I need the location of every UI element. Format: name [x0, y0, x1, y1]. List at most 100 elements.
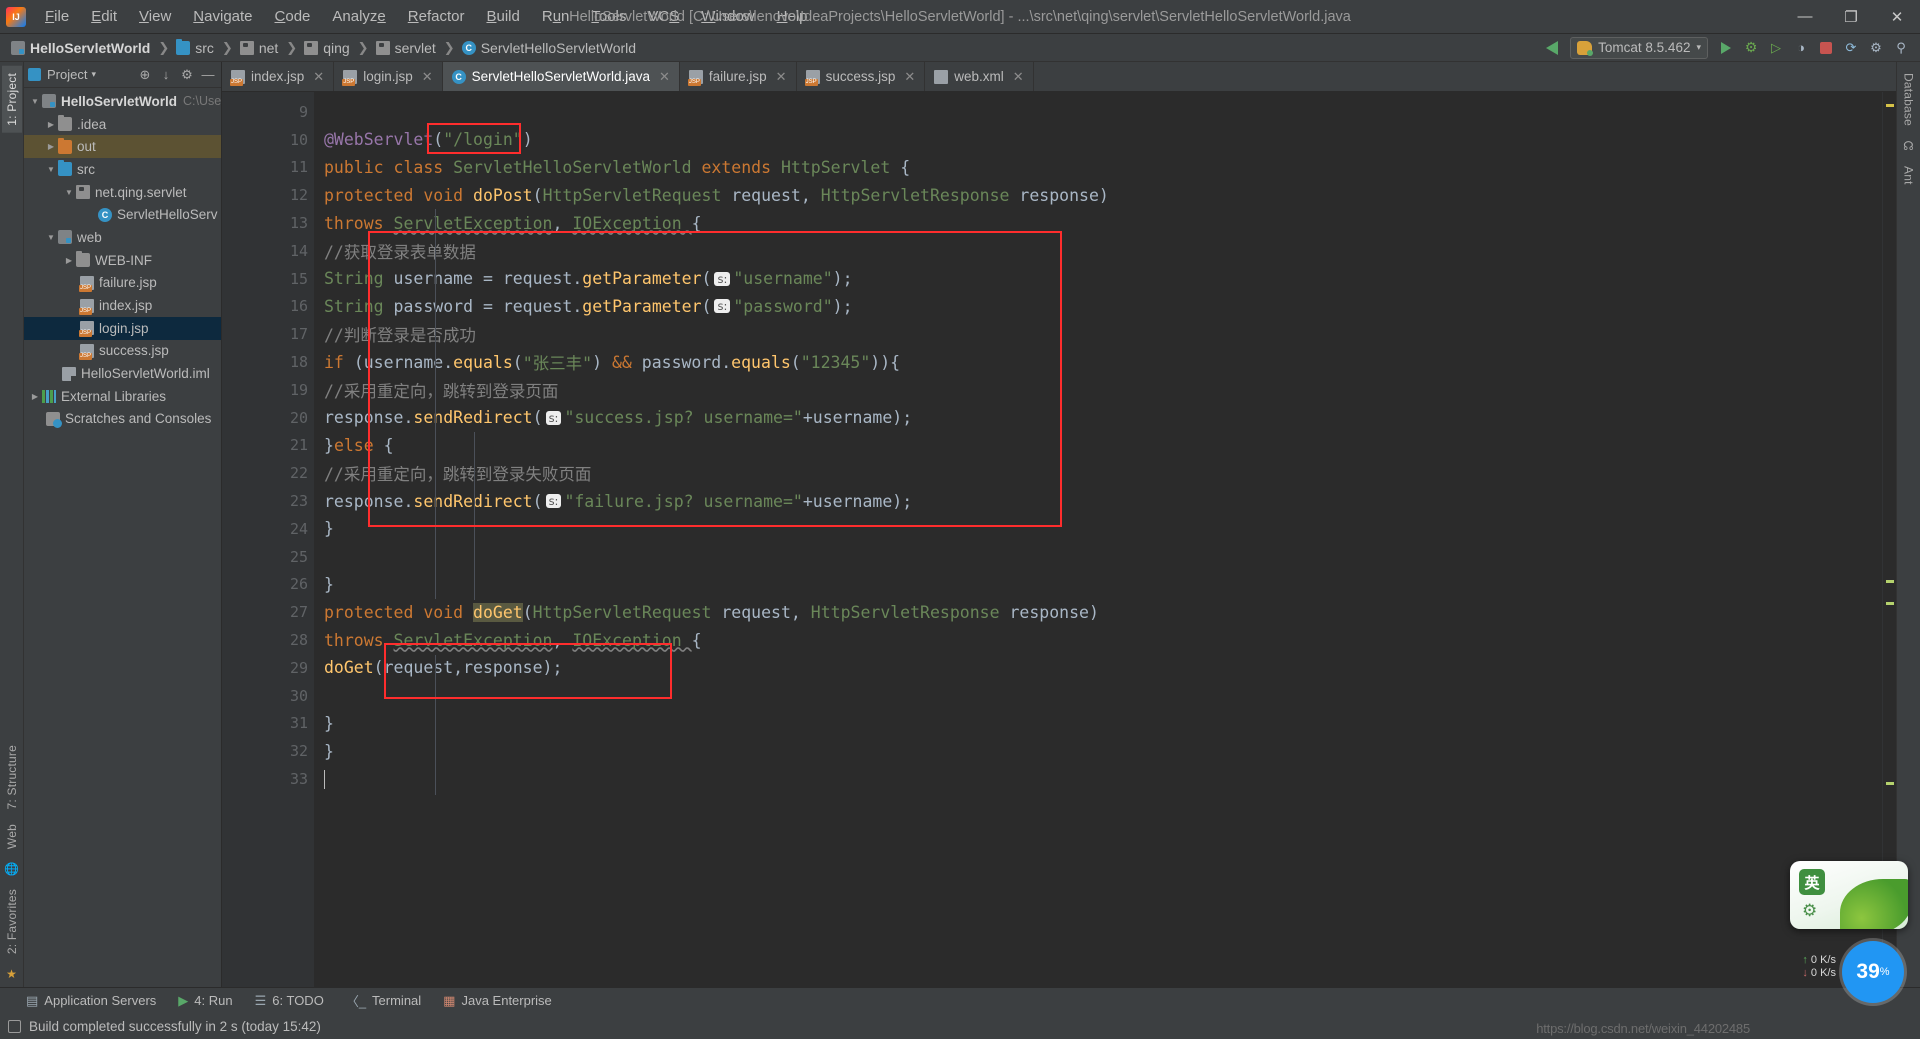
tree-item-index-jsp[interactable]: index.jsp	[24, 294, 221, 317]
menu-item-build[interactable]: Build	[475, 4, 530, 29]
bottom-tool-todo[interactable]: ☰ 6: TODO	[255, 993, 324, 1009]
breadcrumb-item-project[interactable]: HelloServletWorld	[8, 39, 153, 57]
tab-servlethelloservletworld-java[interactable]: C ServletHelloServletWorld.java ✕	[442, 62, 680, 91]
ime-gear-icon[interactable]: ⚙	[1802, 901, 1817, 921]
tab-login-jsp[interactable]: login.jsp ✕	[334, 62, 443, 91]
menu-item-window[interactable]: Window	[690, 4, 765, 29]
menu-item-help[interactable]: Help	[766, 4, 819, 29]
code-line-10: @WebServlet("/login")	[324, 130, 533, 150]
menu-item-view[interactable]: View	[128, 4, 182, 29]
menu-item-vcs[interactable]: VCS	[637, 4, 690, 29]
bottom-tool-application-servers[interactable]: ▤ Application Servers	[26, 993, 156, 1009]
project-panel-title[interactable]: Project ▾	[47, 67, 96, 82]
menu-item-refactor[interactable]: Refactor	[397, 4, 476, 29]
profile-button[interactable]: ◑	[1790, 37, 1812, 59]
menu-item-edit[interactable]: Edit	[80, 4, 128, 29]
breadcrumb-item-src[interactable]: src	[173, 38, 217, 57]
breadcrumb-separator-icon: ❯	[357, 39, 369, 55]
tab-index-jsp[interactable]: index.jsp ✕	[222, 62, 335, 91]
breadcrumb-label: servlet	[394, 39, 436, 56]
jsp-icon	[804, 69, 820, 86]
rail-structure[interactable]: 7: Structure	[2, 738, 22, 816]
line-number: 12	[289, 186, 308, 205]
minimize-button[interactable]: —	[1782, 0, 1828, 34]
build-project-button[interactable]	[1541, 37, 1563, 59]
tab-web-xml[interactable]: web.xml ✕	[925, 62, 1034, 91]
rail-database[interactable]: Database	[1899, 66, 1919, 133]
chevron-down-icon[interactable]: ▼	[28, 97, 42, 106]
run-configuration-selector[interactable]: Tomcat 8.5.462 ▾	[1570, 36, 1708, 59]
jsp-icon	[687, 69, 703, 86]
chevron-down-icon[interactable]: ▼	[44, 233, 58, 242]
settings-button[interactable]: ⚙	[1865, 37, 1887, 59]
tree-item-iml[interactable]: HelloServletWorld.iml	[24, 362, 221, 385]
chevron-right-icon[interactable]: ▶	[28, 392, 42, 401]
rail-favorites[interactable]: 2: Favorites	[2, 882, 22, 961]
debug-button[interactable]: ⚙	[1740, 37, 1762, 59]
editor-scroll-rail[interactable]	[1882, 92, 1896, 987]
class-icon: C	[451, 69, 466, 84]
close-icon[interactable]: ✕	[659, 69, 670, 85]
tree-item-success-jsp[interactable]: success.jsp	[24, 340, 221, 363]
select-opened-file-button[interactable]: ⊕	[136, 66, 154, 84]
run-button[interactable]	[1715, 37, 1737, 59]
rail-web[interactable]: Web	[2, 817, 22, 856]
breadcrumb-item-class[interactable]: C ServletHelloServletWorld	[459, 39, 639, 57]
search-everywhere-button[interactable]: ⚲	[1890, 37, 1912, 59]
tree-item-idea[interactable]: ▶ .idea	[24, 113, 221, 136]
hide-panel-button[interactable]: —	[199, 66, 217, 84]
tree-item-web[interactable]: ▼ web	[24, 226, 221, 249]
maximize-button[interactable]: ❐	[1828, 0, 1874, 34]
tree-item-servlet-class[interactable]: C ServletHelloServ	[24, 203, 221, 226]
tree-item-web-inf[interactable]: ▶ WEB-INF	[24, 249, 221, 272]
close-icon[interactable]: ✕	[422, 69, 433, 85]
tree-item-src[interactable]: ▼ src	[24, 158, 221, 181]
tree-item-package[interactable]: ▼ net.qing.servlet	[24, 181, 221, 204]
rail-project[interactable]: 1: Project	[1, 66, 22, 133]
tree-item-failure-jsp[interactable]: failure.jsp	[24, 272, 221, 295]
chevron-down-icon[interactable]: ▼	[62, 188, 76, 197]
ime-floating-widget[interactable]: 英 ⚙	[1790, 861, 1908, 929]
ime-language-badge[interactable]: 英	[1799, 869, 1825, 895]
tree-item-out[interactable]: ▶ out	[24, 135, 221, 159]
tree-item-scratches[interactable]: Scratches and Consoles	[24, 408, 221, 431]
close-button[interactable]: ✕	[1874, 0, 1920, 34]
tab-failure-jsp[interactable]: failure.jsp ✕	[680, 62, 797, 91]
breadcrumb-item-qing[interactable]: qing	[301, 39, 352, 57]
close-icon[interactable]: ✕	[904, 69, 915, 85]
rail-ant[interactable]: Ant	[1899, 159, 1919, 192]
menu-item-tools[interactable]: Tools	[580, 4, 637, 29]
menu-item-code[interactable]: Code	[264, 4, 322, 29]
close-icon[interactable]: ✕	[313, 69, 324, 85]
tree-item-helloservletworld[interactable]: ▼ HelloServletWorld C:\Use	[24, 90, 221, 113]
settings-gear-button[interactable]: ⚙	[178, 66, 196, 84]
battery-percentage-badge[interactable]: 39%	[1842, 941, 1904, 1003]
bottom-tool-terminal[interactable]: 〈_ Terminal	[346, 991, 421, 1010]
close-icon[interactable]: ✕	[1013, 69, 1024, 85]
bottom-tool-java-enterprise[interactable]: ▦ Java Enterprise	[443, 993, 552, 1009]
chevron-right-icon[interactable]: ▶	[62, 256, 76, 265]
breadcrumb-item-servlet[interactable]: servlet	[373, 39, 439, 57]
chevron-right-icon[interactable]: ▶	[44, 142, 58, 151]
tree-item-external-libraries[interactable]: ▶ External Libraries	[24, 385, 221, 408]
bottom-tool-run[interactable]: ▶ 4: Run	[178, 993, 232, 1009]
menu-item-file[interactable]: File	[34, 4, 80, 29]
tree-item-login-jsp[interactable]: login.jsp	[24, 316, 221, 340]
stop-button[interactable]	[1815, 37, 1837, 59]
menu-item-analyze[interactable]: Analyze	[321, 4, 396, 29]
editor-gutter[interactable]: 9 10 11 12 13 14 15 16 17 18 19 20 21 22…	[222, 92, 314, 987]
tab-success-jsp[interactable]: success.jsp ✕	[797, 62, 926, 91]
code-editor[interactable]: @WebServlet("/login") public class Servl…	[314, 92, 1882, 987]
run-with-coverage-button[interactable]: ▷	[1765, 37, 1787, 59]
title-bar: File Edit View Navigate Code Analyze Ref…	[0, 0, 1920, 34]
menu-item-navigate[interactable]: Navigate	[182, 4, 263, 29]
close-icon[interactable]: ✕	[776, 69, 787, 85]
update-application-button[interactable]: ⟳	[1840, 37, 1862, 59]
collapse-all-button[interactable]: ↓	[157, 66, 175, 84]
chevron-down-icon[interactable]: ▼	[44, 165, 58, 174]
tree-item-label: net.qing.servlet	[95, 184, 187, 200]
code-line-26: }	[324, 574, 334, 594]
breadcrumb-item-net[interactable]: net	[237, 39, 281, 57]
menu-item-run[interactable]: Run	[531, 4, 581, 29]
chevron-right-icon[interactable]: ▶	[44, 120, 58, 129]
